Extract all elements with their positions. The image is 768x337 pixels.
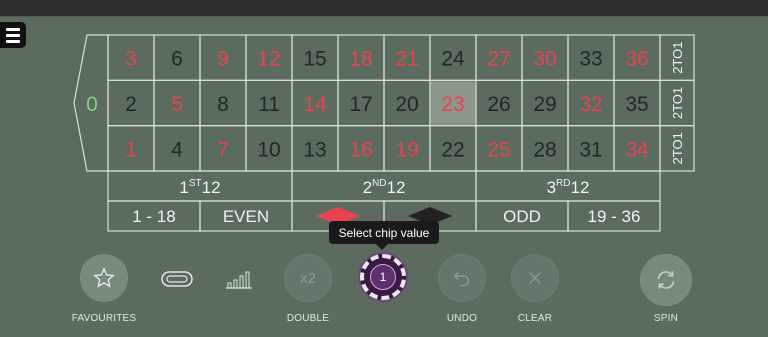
column-bet-label: 2TO1: [670, 132, 685, 164]
number-6: 6: [171, 48, 183, 71]
number-5: 5: [171, 93, 183, 116]
number-27: 27: [487, 48, 510, 71]
favourites-button[interactable]: [80, 254, 128, 302]
number-22: 22: [441, 138, 464, 161]
number-31: 31: [579, 138, 602, 161]
number-23: 23: [441, 93, 464, 116]
number-35: 35: [625, 93, 648, 116]
dozen-1-label: 1ST12: [179, 178, 220, 197]
bet-odd-label: ODD: [503, 207, 541, 226]
selected-chip[interactable]: 1: [360, 254, 406, 300]
double-icon: x2: [300, 269, 316, 287]
number-grid: 3 6 9 12 15 18 21 24 27 30 33 36 2TO12 5 8 11 14 17 20 23 26…: [107, 34, 695, 172]
number-8: 8: [217, 93, 229, 116]
number-28: 28: [533, 138, 556, 161]
bet-high-label: 19 - 36: [588, 207, 641, 226]
number-1: 1: [125, 138, 137, 161]
number-3: 3: [125, 48, 137, 71]
number-7: 7: [217, 138, 229, 161]
number-10: 10: [257, 138, 280, 161]
dozen-3-label: 3RD12: [547, 178, 590, 197]
dozens-row: 1ST12 2ND12 3RD12: [107, 170, 661, 202]
number-11: 11: [258, 93, 280, 116]
number-16: 16: [349, 138, 372, 161]
favourites-label: FAVOURITES: [71, 313, 137, 324]
number-36: 36: [625, 48, 648, 71]
number-15: 15: [303, 48, 326, 71]
chip-tooltip: Select chip value: [329, 221, 439, 250]
number-29: 29: [533, 93, 556, 116]
number-12: 12: [257, 48, 280, 71]
zero-number: 0: [86, 93, 98, 116]
number-32: 32: [579, 93, 602, 116]
clear-button[interactable]: [511, 254, 559, 302]
number-13: 13: [303, 138, 326, 161]
number-30: 30: [533, 48, 556, 71]
column-bet-label: 2TO1: [670, 42, 685, 74]
number-17: 17: [349, 93, 372, 116]
number-26: 26: [487, 93, 510, 116]
number-19: 19: [395, 138, 418, 161]
number-4: 4: [171, 138, 183, 161]
double-button[interactable]: x2: [284, 254, 332, 302]
star-icon: [93, 267, 115, 288]
spin-label: SPIN: [653, 313, 679, 324]
column-bet-label: 2TO1: [670, 87, 685, 119]
double-label: DOUBLE: [286, 313, 330, 324]
bet-low-label: 1 - 18: [132, 207, 175, 226]
number-2: 2: [125, 93, 137, 116]
undo-icon: [453, 271, 470, 287]
undo-button[interactable]: [438, 254, 486, 302]
spin-button[interactable]: [640, 254, 692, 306]
number-33: 33: [579, 48, 602, 71]
clear-label: CLEAR: [517, 313, 553, 324]
number-24: 24: [441, 48, 465, 71]
number-20: 20: [395, 93, 418, 116]
dozen-2-label: 2ND12: [363, 178, 406, 197]
stats-icon[interactable]: [224, 268, 254, 290]
number-25: 25: [487, 138, 510, 161]
number-21: 21: [395, 48, 418, 71]
spin-icon: [657, 271, 675, 289]
number-14: 14: [303, 93, 327, 116]
number-9: 9: [217, 48, 229, 71]
number-18: 18: [349, 48, 372, 71]
number-34: 34: [625, 138, 649, 161]
clear-icon: [529, 272, 541, 284]
bet-even-label: EVEN: [223, 207, 269, 226]
racetrack-icon[interactable]: [160, 269, 194, 289]
